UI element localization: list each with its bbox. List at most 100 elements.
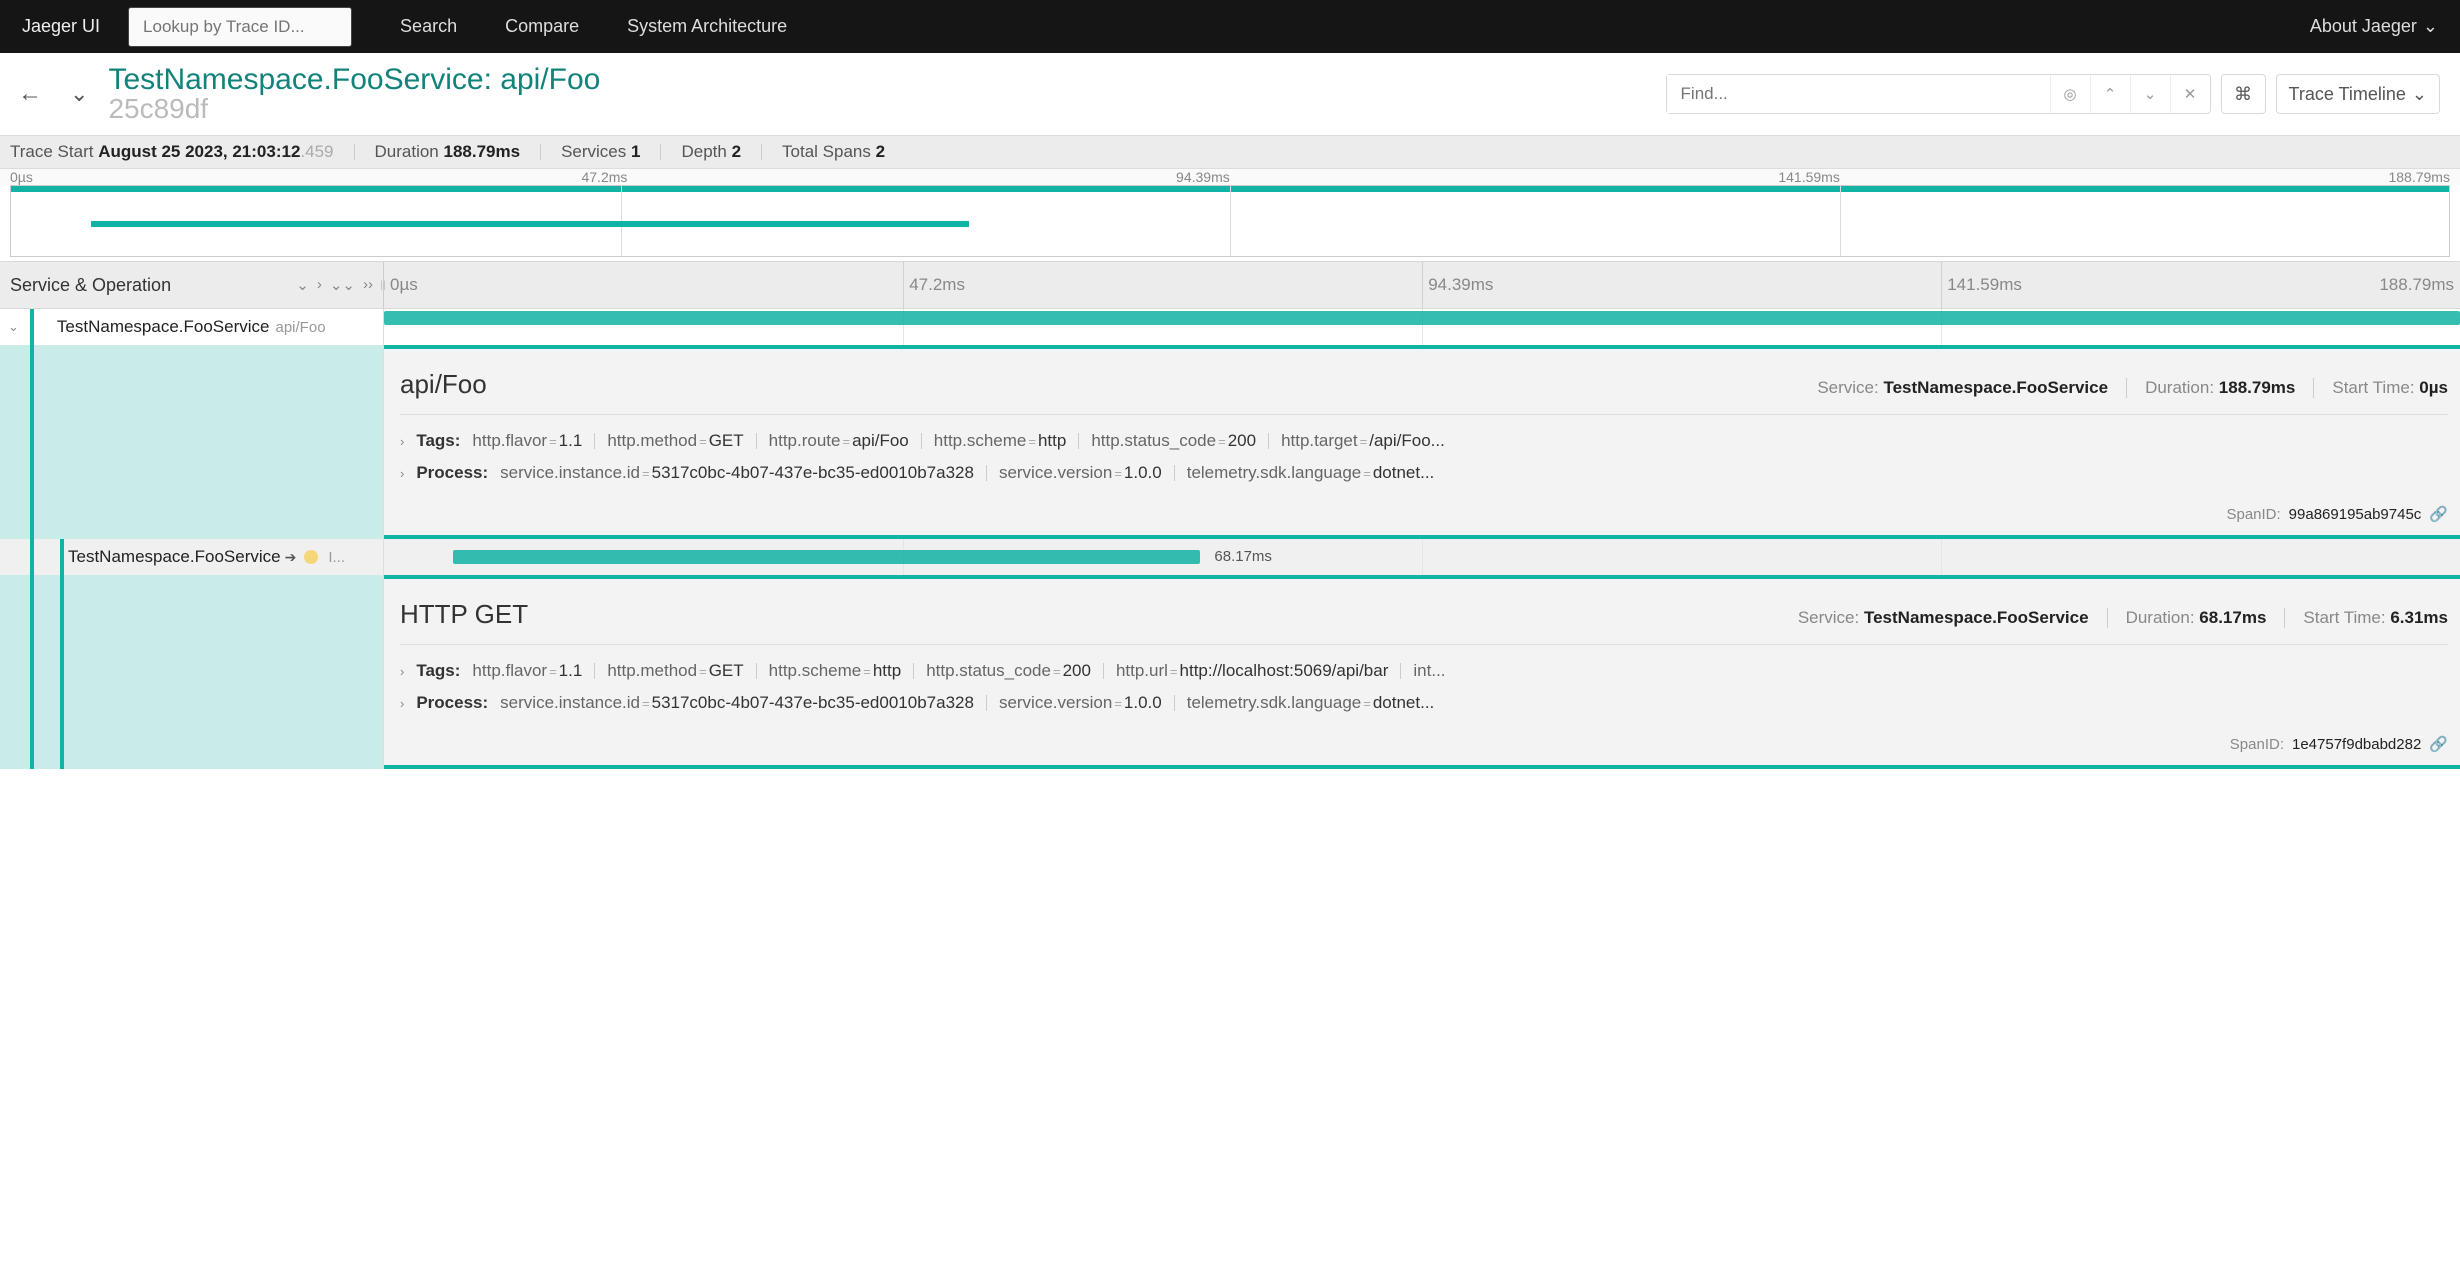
span-operation: I... <box>328 549 345 566</box>
tags-label: Tags: <box>416 431 460 451</box>
tick-label: 0µs <box>10 169 33 185</box>
service-value: TestNamespace.FooService <box>1864 608 2089 627</box>
keyboard-shortcut-button[interactable]: ⌘ <box>2221 74 2266 114</box>
external-service-icon <box>304 550 318 564</box>
start-value: 6.31ms <box>2390 608 2448 627</box>
tags-row[interactable]: › Tags: http.flavor=1.1 http.method=GET … <box>400 425 2448 457</box>
chevron-down-icon: ⌄ <box>2412 84 2427 105</box>
nav-search[interactable]: Search <box>400 16 457 37</box>
trace-name: TestNamespace.FooService: api/Foo <box>108 63 600 97</box>
expand-one-icon[interactable]: › <box>317 276 322 294</box>
span-bar <box>453 550 1200 564</box>
depth-value: 2 <box>732 142 741 161</box>
nav-system-architecture[interactable]: System Architecture <box>627 16 787 37</box>
nav-compare[interactable]: Compare <box>505 16 579 37</box>
span-detail: HTTP GET Service: TestNamespace.FooServi… <box>0 575 2460 769</box>
tick-label: 188.79ms <box>2388 169 2449 185</box>
collapse-one-icon[interactable]: ⌄⌄ <box>330 276 355 294</box>
trace-start-frac: .459 <box>300 142 333 161</box>
total-spans-value: 2 <box>876 142 885 161</box>
service-operation-header: Service & Operation ⌄ › ⌄⌄ ›› || <box>0 262 384 308</box>
start-label: Start Time: <box>2332 378 2414 397</box>
span-bar <box>384 311 2460 325</box>
duration-value: 68.17ms <box>2199 608 2266 627</box>
span-id-value: 1e4757f9dbabd282 <box>2292 736 2421 753</box>
top-nav: Jaeger UI Search Compare System Architec… <box>0 0 2460 53</box>
trace-start-label: Trace Start <box>10 142 93 161</box>
find-clear-icon[interactable]: ✕ <box>2170 75 2210 113</box>
about-jaeger[interactable]: About Jaeger ⌄ <box>2310 16 2438 37</box>
tick-label: 94.39ms <box>1176 169 1230 185</box>
collapse-icon[interactable]: ⌄ <box>64 77 94 111</box>
total-spans-label: Total Spans <box>782 142 871 161</box>
span-id-label: SpanID: <box>2230 736 2284 753</box>
tick-label: 47.2ms <box>909 275 965 295</box>
link-icon[interactable]: 🔗 <box>2429 735 2448 753</box>
chevron-down-icon: ⌄ <box>2423 16 2438 37</box>
tick-label: 141.59ms <box>1778 169 1839 185</box>
tree-tools: ⌄ › ⌄⌄ ›› <box>296 276 373 294</box>
overview-child-span <box>91 221 969 227</box>
depth-label: Depth <box>681 142 726 161</box>
tick-label: 0µs <box>390 275 418 295</box>
tree-heading: Service & Operation <box>10 275 296 296</box>
columns-header: Service & Operation ⌄ › ⌄⌄ ›› || 0µs 47.… <box>0 261 2460 309</box>
tick-label: 188.79ms <box>2379 275 2454 295</box>
duration-label: Duration <box>375 142 439 161</box>
tags-row[interactable]: › Tags: http.flavor=1.1 http.method=GET … <box>400 655 2448 687</box>
view-selector[interactable]: Trace Timeline ⌄ <box>2276 74 2440 114</box>
nav-links: Search Compare System Architecture <box>400 16 787 37</box>
start-value: 0µs <box>2419 378 2448 397</box>
span-id-row: SpanID: 99a869195ab9745c 🔗 <box>400 489 2448 523</box>
about-label: About Jaeger <box>2310 16 2417 37</box>
trace-meta-bar: Trace Start August 25 2023, 21:03:12.459… <box>0 135 2460 169</box>
service-label: Service: <box>1817 378 1878 397</box>
span-row[interactable]: ⌄ TestNamespace.FooService api/Foo <box>0 309 2460 345</box>
chevron-right-icon: › <box>400 466 404 481</box>
span-id-value: 99a869195ab9745c <box>2289 506 2422 523</box>
services-value: 1 <box>631 142 640 161</box>
process-row[interactable]: › Process: service.instance.id=5317c0bc-… <box>400 687 2448 719</box>
trace-start-value: August 25 2023, 21:03:12 <box>98 142 300 161</box>
span-service: TestNamespace.FooService <box>57 317 270 337</box>
trace-header: ← ⌄ TestNamespace.FooService: api/Foo 25… <box>0 53 2460 135</box>
span-id-label: SpanID: <box>2226 506 2280 523</box>
chevron-right-icon: › <box>400 664 404 679</box>
timeline-ruler: 0µs 47.2ms 94.39ms 141.59ms 188.79ms <box>384 262 2460 308</box>
collapse-all-icon[interactable]: ⌄ <box>296 276 309 294</box>
brand[interactable]: Jaeger UI <box>22 16 100 37</box>
expand-all-icon[interactable]: ›› <box>363 276 373 294</box>
lookup-trace-input[interactable] <box>128 7 352 47</box>
back-icon[interactable]: ← <box>10 76 50 112</box>
find-prev-icon[interactable]: ⌃ <box>2090 75 2130 113</box>
services-label: Services <box>561 142 626 161</box>
process-label: Process: <box>416 463 488 483</box>
span-duration-label: 68.17ms <box>1214 548 1272 565</box>
trace-overview[interactable] <box>10 185 2450 257</box>
view-label: Trace Timeline <box>2289 84 2406 105</box>
find-next-icon[interactable]: ⌄ <box>2130 75 2170 113</box>
arrow-right-icon: ➔ <box>281 549 301 566</box>
tags-label: Tags: <box>416 661 460 681</box>
tick-label: 47.2ms <box>581 169 627 185</box>
header-actions: ◎ ⌃ ⌄ ✕ ⌘ Trace Timeline ⌄ <box>1666 74 2440 114</box>
span-toggle-icon[interactable]: ⌄ <box>0 319 27 335</box>
trace-id-short: 25c89df <box>108 93 600 125</box>
tick-label: 94.39ms <box>1428 275 1493 295</box>
start-label: Start Time: <box>2303 608 2385 627</box>
trace-title: TestNamespace.FooService: api/Foo 25c89d… <box>108 63 600 125</box>
process-row[interactable]: › Process: service.instance.id=5317c0bc-… <box>400 457 2448 489</box>
overview-ruler: 0µs 47.2ms 94.39ms 141.59ms 188.79ms <box>0 169 2460 185</box>
duration-label: Duration: <box>2145 378 2214 397</box>
span-detail-title: HTTP GET <box>400 599 528 630</box>
service-label: Service: <box>1798 608 1859 627</box>
target-icon[interactable]: ◎ <box>2050 75 2090 113</box>
span-row[interactable]: TestNamespace.FooService ➔ I... 68.17ms <box>0 539 2460 575</box>
span-detail: api/Foo Service: TestNamespace.FooServic… <box>0 345 2460 539</box>
duration-value: 188.79ms <box>2219 378 2296 397</box>
find-input[interactable] <box>1667 75 2050 113</box>
find-in-trace: ◎ ⌃ ⌄ ✕ <box>1666 74 2211 114</box>
link-icon[interactable]: 🔗 <box>2429 505 2448 523</box>
span-operation: api/Foo <box>276 319 326 336</box>
chevron-right-icon: › <box>400 434 404 449</box>
